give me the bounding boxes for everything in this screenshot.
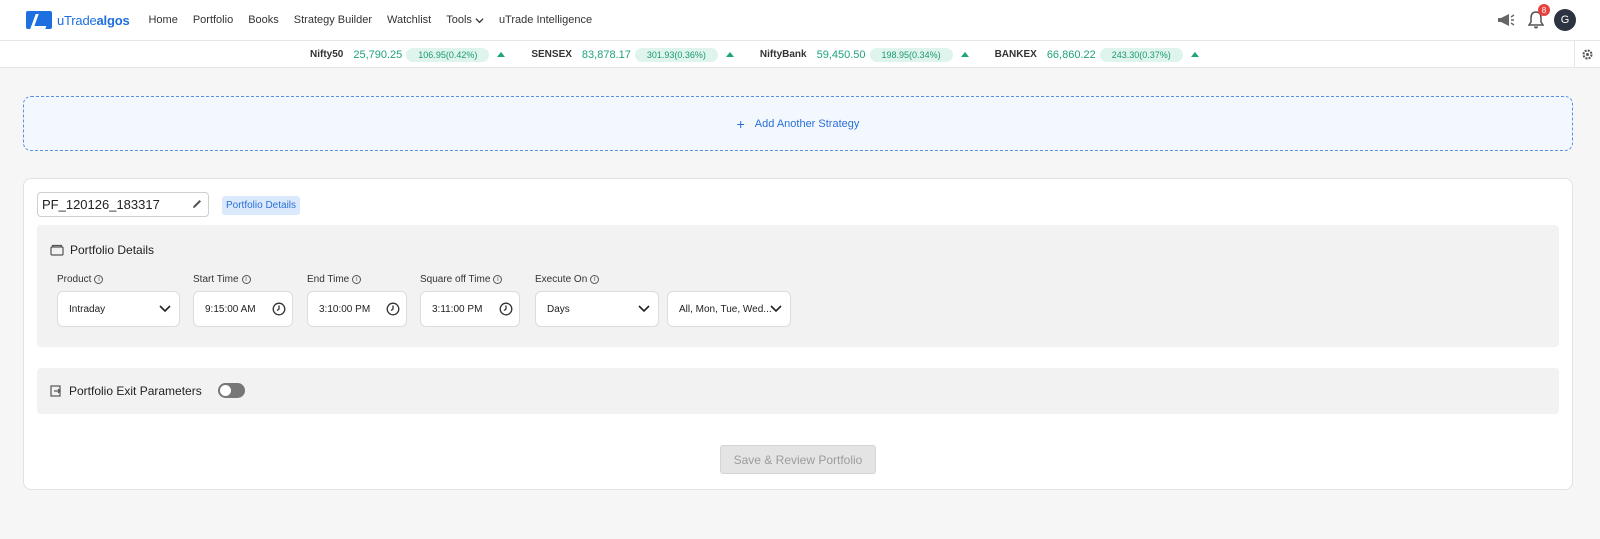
ticker-value: 66,860.22 <box>1046 48 1096 61</box>
start-time-field: Start Time i 9:15:00 AM <box>193 273 293 327</box>
start-time-input[interactable]: 9:15:00 AM <box>193 291 293 327</box>
portfolio-exit-section: Portfolio Exit Parameters <box>37 368 1559 414</box>
days-select[interactable]: All, Mon, Tue, Wed... <box>667 291 791 327</box>
nav-home[interactable]: Home <box>148 14 177 26</box>
execute-on-select[interactable]: Days <box>535 291 659 327</box>
end-time-input[interactable]: 3:10:00 PM <box>307 291 407 327</box>
chevron-down-icon <box>770 305 782 313</box>
nav-utrade-intelligence[interactable]: uTrade Intelligence <box>499 14 592 26</box>
nav-strategy-builder[interactable]: Strategy Builder <box>294 14 372 26</box>
ticker-name: SENSEX <box>531 49 572 60</box>
wallet-icon <box>50 244 64 256</box>
clock-icon[interactable] <box>272 302 286 316</box>
portfolio-exit-heading: Portfolio Exit Parameters <box>50 384 202 398</box>
square-off-time-value: 3:11:00 PM <box>432 303 483 315</box>
notifications-button[interactable]: 8 <box>1524 4 1550 32</box>
pencil-icon[interactable] <box>191 198 203 210</box>
clock-icon[interactable] <box>499 302 513 316</box>
portfolio-details-heading: Portfolio Details <box>50 243 154 257</box>
execute-on-value: Days <box>547 303 570 315</box>
portfolio-exit-title: Portfolio Exit Parameters <box>69 384 202 398</box>
ticker-name: NiftyBank <box>759 49 807 60</box>
portfolio-name-input[interactable] <box>42 197 182 212</box>
user-avatar[interactable]: G <box>1554 9 1576 31</box>
product-field: Product i Intraday <box>57 273 180 327</box>
ticker-name: Nifty50 <box>310 49 344 60</box>
execute-on-label: Execute On <box>535 273 588 285</box>
nav-actions: 8 G <box>1488 4 1576 32</box>
days-field: All, Mon, Tue, Wed... <box>667 273 791 327</box>
gear-icon <box>1582 49 1593 60</box>
up-arrow-icon <box>725 52 734 57</box>
up-arrow-icon <box>960 52 969 57</box>
up-arrow-icon <box>497 52 506 57</box>
ticker-change: 301.93(0.36%) <box>634 47 718 62</box>
ticker-value: 25,790.25 <box>353 48 403 61</box>
tab-portfolio-details[interactable]: Portfolio Details <box>222 196 301 215</box>
chevron-down-icon <box>475 17 484 23</box>
portfolio-details-title: Portfolio Details <box>70 243 155 257</box>
info-icon[interactable]: i <box>352 274 362 284</box>
ticker-change: 243.30(0.37%) <box>1099 47 1183 62</box>
exit-parameters-toggle[interactable] <box>218 383 245 398</box>
product-label: Product <box>57 273 92 285</box>
ticker-item: SENSEX 83,878.17 301.93(0.36%) <box>531 47 734 62</box>
portfolio-card: Portfolio Details Portfolio Details Prod… <box>23 178 1573 490</box>
end-time-value: 3:10:00 PM <box>319 303 371 315</box>
nav-portfolio[interactable]: Portfolio <box>193 14 233 26</box>
ticker-name: BANKEX <box>994 49 1037 60</box>
clock-icon[interactable] <box>386 302 400 316</box>
notification-count-badge: 8 <box>1538 4 1550 16</box>
brand-logo-link[interactable]: uTradealgos <box>26 11 130 29</box>
product-value: Intraday <box>69 303 106 315</box>
main-menu: Home Portfolio Books Strategy Builder Wa… <box>148 14 607 26</box>
ticker-value: 59,450.50 <box>816 48 866 61</box>
nav-tools[interactable]: Tools <box>446 14 484 26</box>
nav-books[interactable]: Books <box>248 14 279 26</box>
announcements-button[interactable] <box>1494 8 1518 32</box>
market-ticker: Nifty50 25,790.25 106.95(0.42%) SENSEX 8… <box>0 41 1600 68</box>
ticker-item: BANKEX 66,860.22 243.30(0.37%) <box>994 47 1199 62</box>
brand-name-utrade: uTrade <box>57 12 97 28</box>
chevron-down-icon <box>159 305 171 313</box>
nav-tools-label: Tools <box>446 14 472 26</box>
ticker-change: 106.95(0.42%) <box>406 47 490 62</box>
ticker-item: Nifty50 25,790.25 106.95(0.42%) <box>310 47 506 62</box>
exit-icon <box>50 385 61 397</box>
square-off-time-label: Square off Time <box>420 273 491 285</box>
ticker-settings-button[interactable] <box>1574 41 1600 68</box>
start-time-label: Start Time <box>193 273 239 285</box>
ticker-value: 83,878.17 <box>581 48 631 61</box>
add-strategy-label: Add Another Strategy <box>754 117 860 130</box>
square-off-time-input[interactable]: 3:11:00 PM <box>420 291 520 327</box>
top-nav: uTradealgos Home Portfolio Books Strateg… <box>0 0 1600 41</box>
start-time-value: 9:15:00 AM <box>205 303 256 315</box>
nav-watchlist[interactable]: Watchlist <box>387 14 431 26</box>
chevron-down-icon <box>638 305 650 313</box>
brand-name-algos: algos <box>96 12 130 28</box>
plus-icon: + <box>736 115 745 132</box>
portfolio-details-section: Portfolio Details Product i Intraday Star… <box>37 225 1559 347</box>
info-icon[interactable]: i <box>590 274 600 284</box>
product-select[interactable]: Intraday <box>57 291 180 327</box>
save-review-portfolio-button[interactable]: Save & Review Portfolio <box>720 445 876 474</box>
ticker-change: 198.95(0.34%) <box>869 47 953 62</box>
days-value: All, Mon, Tue, Wed... <box>679 303 772 315</box>
utrade-logo-icon <box>26 11 52 29</box>
execute-on-field: Execute On i Days <box>535 273 659 327</box>
megaphone-icon <box>1498 14 1515 26</box>
up-arrow-icon <box>1190 52 1199 57</box>
info-icon[interactable]: i <box>94 274 104 284</box>
info-icon[interactable]: i <box>493 274 503 284</box>
portfolio-name-field[interactable] <box>37 192 209 217</box>
ticker-item: NiftyBank 59,450.50 198.95(0.34%) <box>759 47 969 62</box>
info-icon[interactable]: i <box>241 274 251 284</box>
square-off-time-field: Square off Time i 3:11:00 PM <box>420 273 520 327</box>
end-time-field: End Time i 3:10:00 PM <box>307 273 407 327</box>
add-another-strategy-button[interactable]: + Add Another Strategy <box>23 96 1573 151</box>
end-time-label: End Time <box>307 273 350 285</box>
